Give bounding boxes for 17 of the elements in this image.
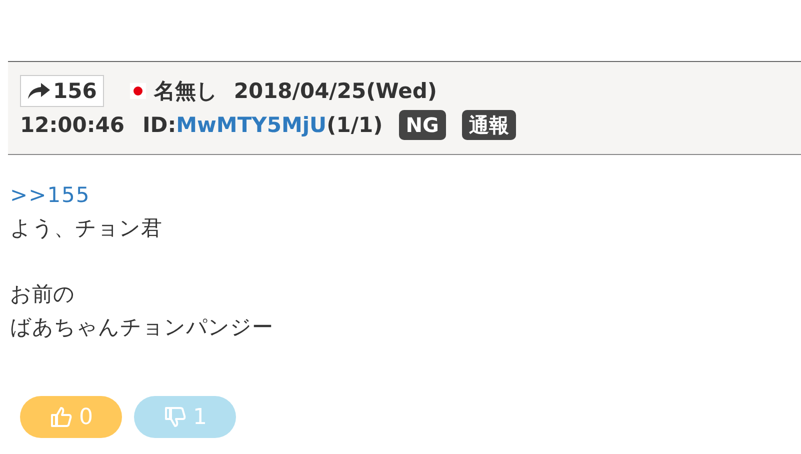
reply-link[interactable]: >>155 [10,179,90,212]
flag-icon [130,83,146,99]
post-text: よう、チョン君 [10,215,162,242]
badge-button[interactable]: 通報 [462,110,516,140]
poster-name: 名無し [154,78,218,105]
post-text: お前の [10,281,75,308]
badge-button[interactable]: NG [398,110,446,140]
thumbs-up-icon [49,405,73,429]
thumbs-down-icon [163,405,187,429]
post-count: (1/1) [326,113,383,137]
post-date: 2018/04/25(Wed) [234,79,437,103]
post-text: ばあちゃんチョンパンジー [10,314,273,341]
share-arrow-icon [27,81,51,101]
reply-button[interactable]: 156 [20,75,104,107]
post-time: 12:00:46 [20,113,124,137]
id-label: ID: [142,113,176,137]
id-link[interactable]: MwMTY5MjU [176,113,327,137]
